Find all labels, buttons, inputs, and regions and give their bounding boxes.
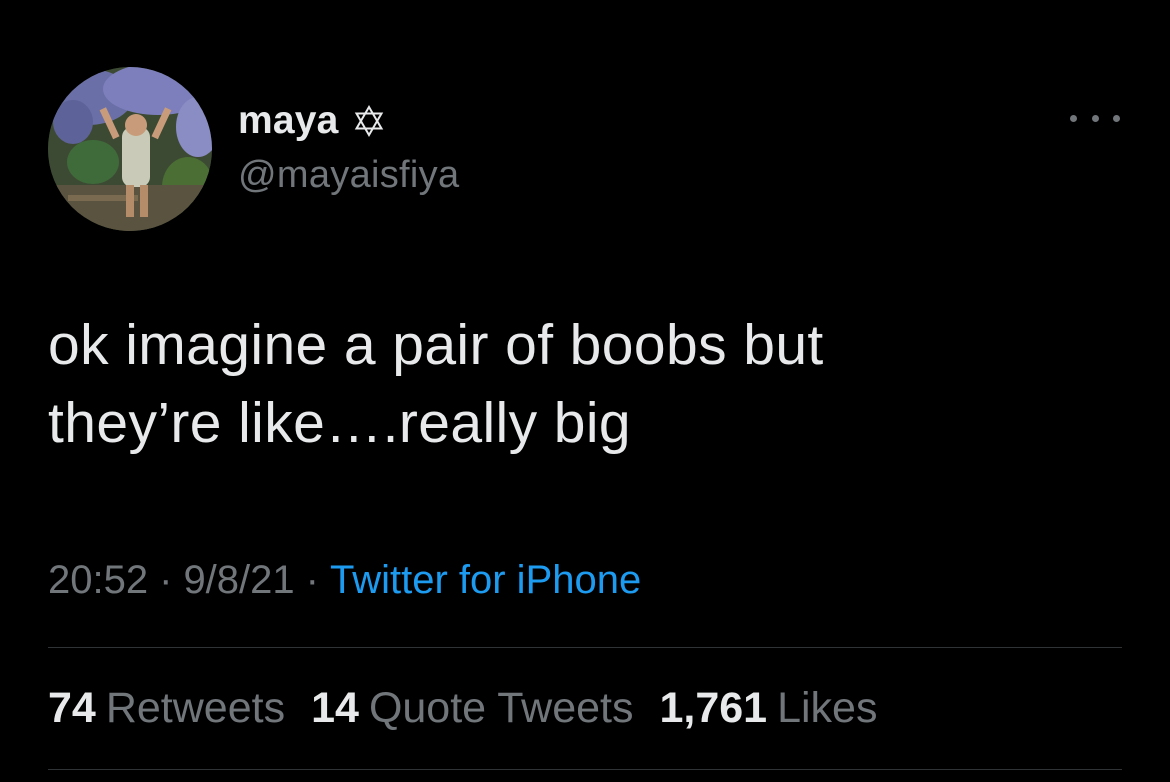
display-name[interactable]: maya [238,99,339,143]
tweet-text: ok imagine a pair of boobs but they’re l… [48,313,824,455]
more-dot [1091,114,1099,122]
tweet-time[interactable]: 20:52 [48,558,148,603]
tweet-date[interactable]: 9/8/21 [183,558,294,603]
retweets-label: Retweets [105,684,286,732]
divider [48,769,1122,770]
divider [48,647,1122,648]
avatar[interactable] [48,67,212,231]
retweets-count: 74 [48,684,96,732]
avatar-photo [48,67,212,231]
quote-tweets-count: 14 [311,684,359,732]
tweet-meta: 20:52 · 9/8/21 · Twitter for iPhone [48,554,641,606]
likes-label: Likes [777,684,878,732]
meta-separator: · [159,557,173,602]
retweets-stat[interactable]: 74 Retweets [48,684,285,733]
star-of-david-icon [353,105,385,137]
quote-tweets-stat[interactable]: 14 Quote Tweets [311,684,633,733]
source-link[interactable]: Twitter for iPhone [330,558,641,603]
more-dot [1070,114,1077,122]
name-row: maya [238,98,459,144]
engagement-stats: 74 Retweets 14 Quote Tweets 1,761 Likes [48,684,903,733]
likes-count: 1,761 [659,684,768,732]
quote-tweets-label: Quote Tweets [368,684,634,732]
meta-separator: · [305,557,319,602]
user-info: maya @mayaisfiya [238,98,459,197]
more-dot [1113,114,1120,122]
user-handle[interactable]: @mayaisfiya [238,154,459,197]
likes-stat[interactable]: 1,761 Likes [659,684,877,733]
tweet-detail: maya @mayaisfiya ok imagine a pair of bo… [0,0,1170,782]
more-options-icon[interactable] [1070,108,1120,128]
